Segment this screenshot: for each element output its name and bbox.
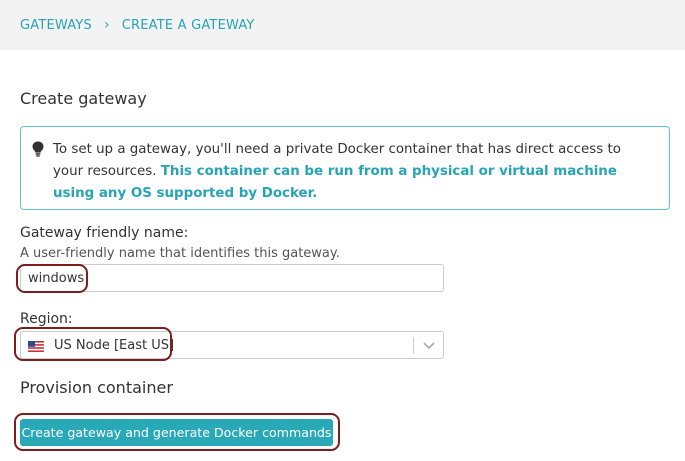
- provision-container-title: Provision container: [20, 378, 173, 397]
- breadcrumb: GATEWAYS › CREATE A GATEWAY: [20, 17, 255, 33]
- region-label: Region:: [20, 311, 73, 327]
- lightbulb-icon: [32, 141, 44, 157]
- chevron-down-icon[interactable]: [422, 341, 436, 351]
- breadcrumb-gateways-link[interactable]: GATEWAYS: [20, 18, 92, 33]
- select-divider: [413, 337, 414, 354]
- chevron-right-icon: ›: [103, 17, 110, 33]
- breadcrumb-bar: GATEWAYS › CREATE A GATEWAY: [0, 0, 685, 50]
- info-box: To set up a gateway, you'll need a priva…: [20, 126, 670, 210]
- page-title: Create gateway: [20, 89, 147, 108]
- gateway-name-label: Gateway friendly name:: [20, 225, 189, 241]
- gateway-name-input[interactable]: [20, 264, 444, 292]
- region-select-value: US Node [East US]: [54, 338, 175, 353]
- gateway-name-help: A user-friendly name that identifies thi…: [20, 246, 340, 261]
- us-flag-icon: [28, 341, 44, 352]
- info-text: To set up a gateway, you'll need a priva…: [53, 139, 653, 205]
- region-select[interactable]: US Node [East US]: [20, 331, 444, 359]
- breadcrumb-create-gateway-link[interactable]: CREATE A GATEWAY: [122, 18, 255, 33]
- create-gateway-button[interactable]: Create gateway and generate Docker comma…: [20, 419, 333, 446]
